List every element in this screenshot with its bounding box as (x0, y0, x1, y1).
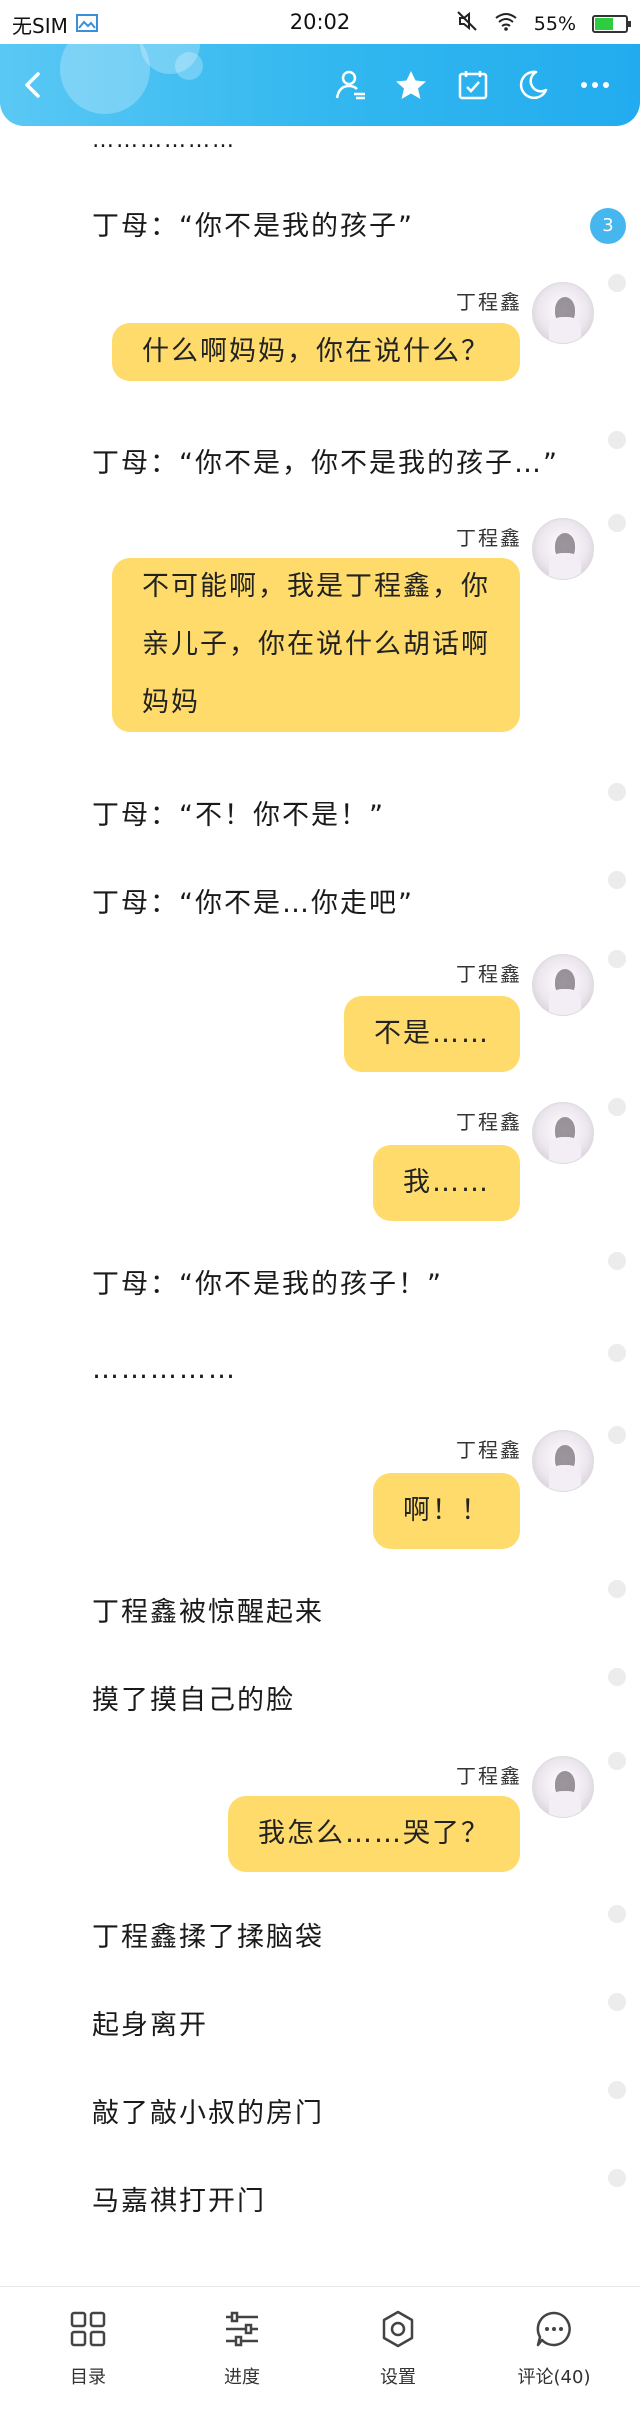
paragraph-comment-dot[interactable] (608, 1580, 626, 1598)
paragraph-comment-dot[interactable] (608, 514, 626, 532)
narration-line: 马嘉祺打开门 (92, 2186, 266, 2217)
speaker-name: 丁程鑫 (456, 526, 522, 550)
mute-icon (456, 10, 478, 37)
paragraph-comment-dot[interactable] (608, 1098, 626, 1116)
paragraph-comment-dot[interactable] (608, 1668, 626, 1686)
speaker-name: 丁程鑫 (456, 1764, 522, 1788)
paragraph-comment-dot[interactable] (608, 871, 626, 889)
narration-line: 丁母：“不！你不是！” (92, 800, 385, 831)
paragraph-comment-dot[interactable] (608, 950, 626, 968)
message-line: 妈妈 (142, 687, 200, 718)
narration-line: 丁母：“你不是我的孩子！” (92, 1269, 443, 1300)
author-icon (335, 70, 365, 100)
grid-icon (70, 2311, 106, 2347)
message-line: 不可能啊，我是丁程鑫，你 (142, 571, 490, 602)
star-icon (396, 71, 426, 99)
paragraph-comment-dot[interactable] (608, 1344, 626, 1362)
chapter-content: ……………… 3 丁母：“你不是我的孩子” 丁程鑫 什么啊妈妈，你在说什么？ 丁… (0, 126, 640, 2286)
comment-icon (536, 2311, 571, 2347)
comment-count-badge[interactable]: 3 (590, 208, 626, 244)
moon-icon (519, 70, 548, 100)
narration-line: 摸了摸自己的脸 (92, 1685, 295, 1716)
avatar[interactable] (532, 1430, 594, 1492)
speaker-name: 丁程鑫 (456, 962, 522, 986)
paragraph-comment-dot[interactable] (608, 783, 626, 801)
message-bubble: 啊！！ (373, 1473, 520, 1549)
speaker-name: 丁程鑫 (456, 1438, 522, 1462)
narration-line: 起身离开 (92, 2010, 208, 2041)
favorite-button[interactable] (388, 62, 434, 108)
avatar[interactable] (532, 1102, 594, 1164)
settings-button[interactable]: 设置 (338, 2309, 458, 2389)
progress-label: 进度 (224, 2367, 260, 2388)
back-icon (25, 72, 40, 98)
speaker-name: 丁程鑫 (456, 1110, 522, 1134)
avatar[interactable] (532, 518, 594, 580)
toc-button[interactable]: 目录 (28, 2309, 148, 2389)
message-line: 亲儿子，你在说什么胡话啊 (142, 629, 490, 660)
toc-label: 目录 (70, 2367, 106, 2388)
gear-icon (382, 2310, 414, 2348)
narration-line: 丁母：“你不是我的孩子” (92, 211, 414, 242)
progress-button[interactable]: 进度 (182, 2309, 302, 2389)
avatar[interactable] (532, 954, 594, 1016)
paragraph-comment-dot[interactable] (608, 1752, 626, 1770)
message-bubble: 不是…… (344, 996, 520, 1072)
message-bubble: 不可能啊，我是丁程鑫，你 亲儿子，你在说什么胡话啊 妈妈 (112, 558, 520, 732)
comments-label: 评论(40) (517, 2367, 591, 2388)
settings-label: 设置 (380, 2367, 416, 2388)
sliders-icon (226, 2311, 258, 2347)
paragraph-comment-dot[interactable] (608, 1905, 626, 1923)
avatar[interactable] (532, 1756, 594, 1818)
paragraph-comment-dot[interactable] (608, 2081, 626, 2099)
speaker-name: 丁程鑫 (456, 290, 522, 314)
more-button[interactable] (572, 62, 618, 108)
status-right: 55% (456, 10, 631, 37)
narration-line: 敲了敲小叔的房门 (92, 2098, 324, 2129)
paragraph-comment-dot[interactable] (608, 1993, 626, 2011)
night-mode-button[interactable] (510, 62, 556, 108)
battery-icon (592, 14, 631, 33)
message-bubble: 我…… (373, 1145, 520, 1221)
narration-line: 丁程鑫被惊醒起来 (92, 1597, 324, 1628)
checkin-button[interactable] (450, 62, 496, 108)
status-bar: 无SIM 20:02 55% (0, 0, 640, 44)
narration-line: 丁程鑫揉了揉脑袋 (92, 1922, 324, 1953)
top-ellipsis: ……………… (92, 128, 236, 153)
avatar[interactable] (532, 282, 594, 344)
wifi-icon (494, 11, 518, 36)
back-button[interactable] (10, 62, 56, 108)
paragraph-comment-dot[interactable] (608, 1426, 626, 1444)
battery-percent: 55% (533, 12, 576, 35)
author-button[interactable] (328, 62, 374, 108)
message-bubble: 我怎么……哭了？ (228, 1796, 520, 1872)
calendar-check-icon (458, 71, 488, 100)
paragraph-comment-dot[interactable] (608, 2169, 626, 2187)
comments-button[interactable]: 评论(40) (494, 2309, 614, 2389)
paragraph-comment-dot[interactable] (608, 274, 626, 292)
narration-line: …………… (92, 1354, 237, 1385)
message-bubble: 什么啊妈妈，你在说什么？ (112, 323, 520, 381)
narration-line: 丁母：“你不是…你走吧” (92, 888, 414, 919)
more-icon (581, 82, 609, 88)
bottom-toolbar: 目录 进度 设置 评论(40) (0, 2286, 640, 2412)
narration-line: 丁母：“你不是，你不是我的孩子…” (92, 448, 559, 479)
paragraph-comment-dot[interactable] (608, 1252, 626, 1270)
paragraph-comment-dot[interactable] (608, 431, 626, 449)
reader-header (0, 44, 640, 126)
